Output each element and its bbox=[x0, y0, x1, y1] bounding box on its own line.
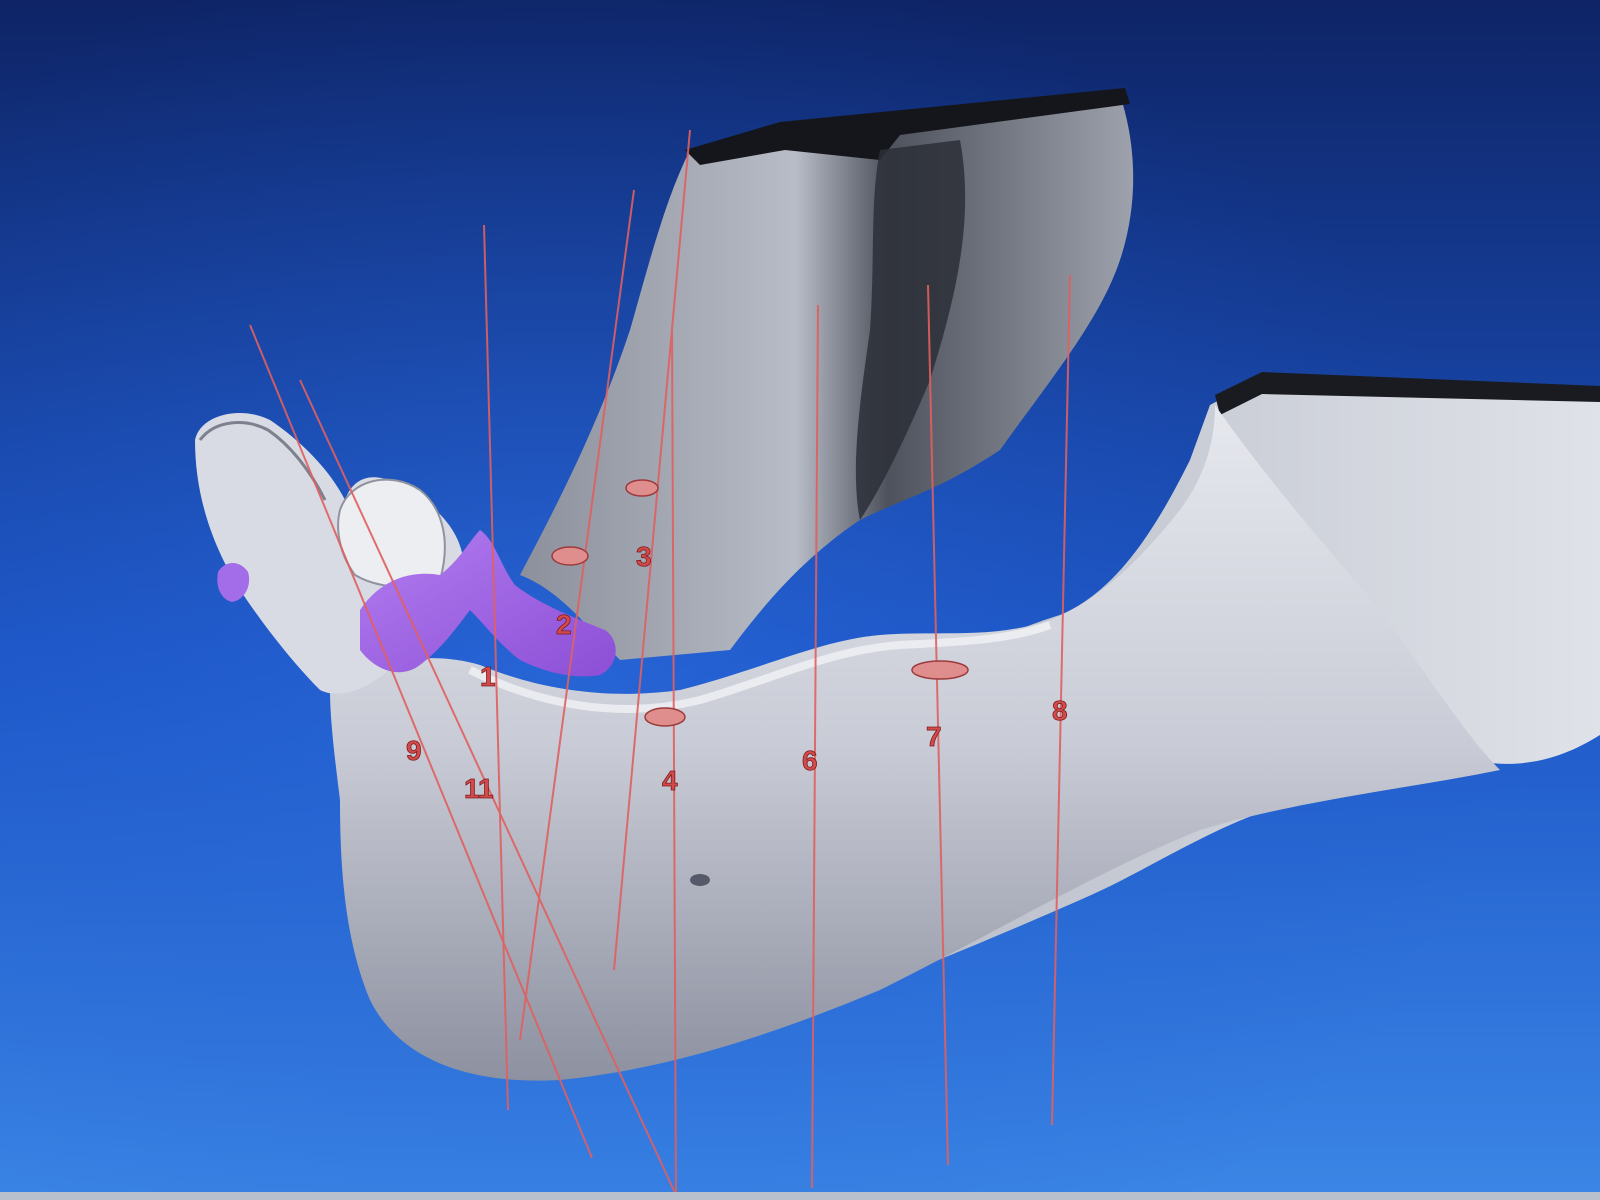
marker-label-3[interactable]: 3 bbox=[636, 541, 652, 573]
mandible-3d-model[interactable]: 1 2 3 4 6 7 8 9 11 bbox=[0, 0, 1600, 1200]
marker-label-1[interactable]: 1 bbox=[480, 661, 496, 693]
window-bottom-edge bbox=[0, 1192, 1600, 1200]
marker-label-4[interactable]: 4 bbox=[662, 765, 679, 797]
marker-label-7[interactable]: 7 bbox=[926, 721, 942, 753]
marker-label-8[interactable]: 8 bbox=[1052, 695, 1068, 727]
marker-label-6[interactable]: 6 bbox=[802, 745, 818, 777]
implant-cap-2[interactable] bbox=[551, 546, 589, 566]
implant-cap-7[interactable] bbox=[911, 660, 969, 680]
implant-cap-3[interactable] bbox=[625, 479, 659, 497]
3d-viewport[interactable]: 1 2 3 4 6 7 8 9 11 bbox=[0, 0, 1600, 1200]
marker-label-11[interactable]: 11 bbox=[464, 773, 494, 805]
mental-foramen bbox=[690, 874, 710, 886]
marker-label-2[interactable]: 2 bbox=[556, 609, 572, 641]
implant-cap-4[interactable] bbox=[644, 707, 686, 727]
marker-label-9[interactable]: 9 bbox=[406, 735, 422, 767]
